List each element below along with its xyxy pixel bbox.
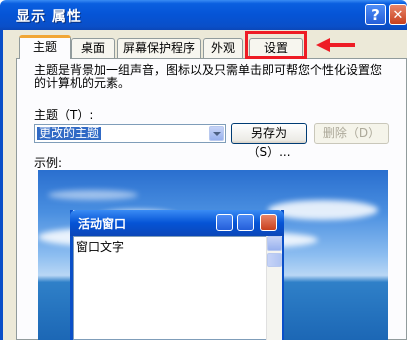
tab-appearance[interactable]: 外观 [203, 38, 243, 58]
maximize-icon [237, 214, 254, 231]
tab-screensaver[interactable]: 屏幕保护程序 [117, 38, 201, 58]
title-bar[interactable]: 显示 属性 ? ✕ [0, 0, 407, 30]
scroll-thumb [267, 253, 282, 267]
sample-window-title-bar: 活动窗口 [70, 210, 284, 236]
theme-label: 主题（T）: [34, 108, 94, 122]
theme-select-value: 更改的主题 [37, 126, 102, 140]
sample-window-title: 活动窗口 [78, 217, 127, 231]
settings-tab-highlight [245, 31, 307, 59]
help-button[interactable]: ? [365, 4, 386, 25]
tab-theme[interactable]: 主题 [19, 35, 71, 59]
close-button[interactable]: ✕ [389, 4, 407, 25]
minimize-icon [216, 214, 233, 231]
window-title: 显示 属性 [16, 9, 82, 25]
scroll-up-icon [267, 236, 282, 251]
sample-window-text: 窗口文字 [73, 236, 269, 340]
annotation-arrow-icon [316, 38, 355, 52]
save-as-button[interactable]: 另存为（S）... [231, 123, 307, 159]
theme-description: 主题是背景加一组声音，图标以及只需单击即可帮您个性化设置您的计算机的元素。 [34, 63, 383, 90]
sample-label: 示例: [34, 156, 63, 170]
theme-select[interactable]: 更改的主题 [34, 124, 226, 143]
chevron-down-icon[interactable] [209, 126, 224, 141]
sample-scrollbar [266, 236, 282, 340]
delete-button[interactable]: 删除（D） [314, 123, 389, 144]
close-icon [260, 214, 277, 231]
tab-desktop[interactable]: 桌面 [71, 38, 115, 58]
